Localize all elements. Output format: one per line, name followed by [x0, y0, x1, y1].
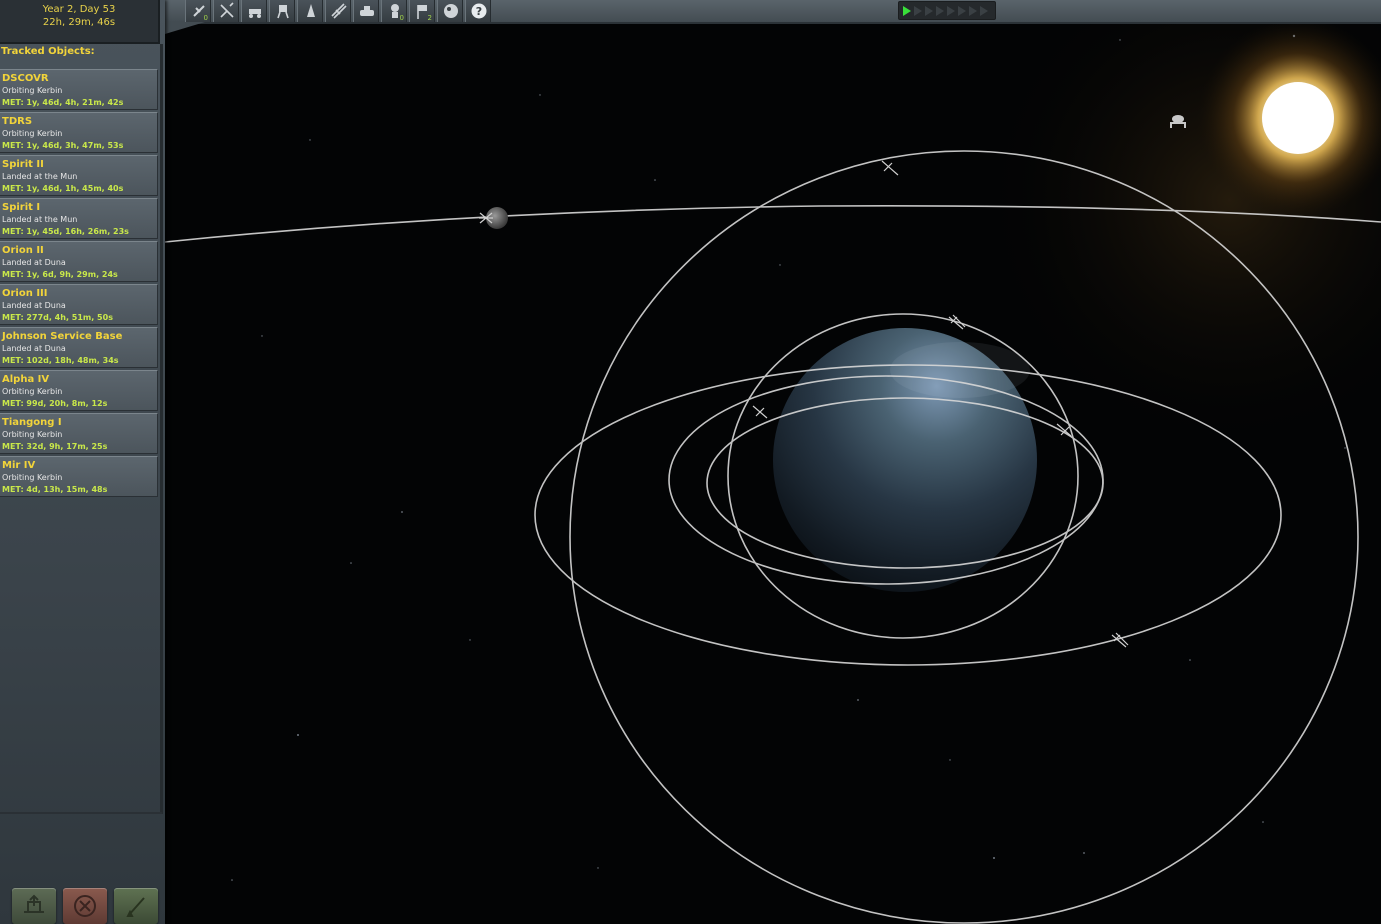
vessel-status: Orbiting Kerbin	[2, 86, 63, 95]
vessel-met: MET: 99d, 20h, 8m, 12s	[2, 399, 108, 408]
warp-rate-arrow[interactable]	[969, 6, 977, 16]
filter-count: 2	[427, 14, 432, 22]
vessel-met: MET: 1y, 6d, 9h, 29m, 24s	[2, 270, 118, 279]
warp-rate-arrow[interactable]	[980, 6, 988, 16]
tracked-vessel-item[interactable]: Johnson Service Base Landed at Duna MET: 1…	[0, 327, 158, 368]
fly-vessel-icon	[126, 897, 145, 917]
vessel-met: MET: 4d, 13h, 15m, 48s	[2, 485, 108, 494]
vessel-name: Mir IV	[2, 460, 36, 471]
vessel-met: MET: 1y, 46d, 3h, 47m, 53s	[2, 141, 124, 150]
unknown-object-filter-button[interactable]	[437, 0, 463, 22]
lander-filter-button[interactable]	[269, 0, 295, 22]
list-divider	[0, 812, 162, 814]
tracked-vessel-item[interactable]: TDRS Orbiting Kerbin MET: 1y, 46d, 3h, 47m…	[0, 112, 158, 153]
vessel-action-buttons	[12, 888, 162, 924]
tracked-vessel-item[interactable]: Orion II Landed at Duna MET: 1y, 6d, 9h, 2…	[0, 241, 158, 282]
vessel-name: Johnson Service Base	[2, 331, 123, 342]
map-view[interactable]	[0, 0, 1381, 924]
rover-filter-icon	[249, 9, 261, 18]
recover-vessel-button[interactable]	[12, 888, 56, 924]
vessel-name: Tiangong I	[2, 417, 62, 428]
recover-vessel-icon	[24, 894, 44, 913]
vessel-status: Landed at Duna	[2, 301, 66, 310]
warp-rate-arrow[interactable]	[914, 6, 922, 16]
tracked-vessel-item[interactable]: Spirit I Landed at the Mun MET: 1y, 45d, 1…	[0, 198, 158, 239]
tracked-objects-header: Tracked Objects:	[1, 46, 95, 57]
vessel-met: MET: 1y, 46d, 1h, 45m, 40s	[2, 184, 124, 193]
vessel-met: MET: 1y, 45d, 16h, 26m, 23s	[2, 227, 129, 236]
vessel-name: Spirit II	[2, 159, 44, 170]
ship-filter-button[interactable]	[297, 0, 323, 22]
base-filter-button[interactable]	[353, 0, 379, 22]
clock-time: 22h, 29m, 46s	[42, 17, 116, 28]
game-clock: Year 2, Day 53 22h, 29m, 46s	[0, 0, 160, 44]
ship-filter-icon	[307, 4, 315, 17]
vessel-status: Landed at the Mun	[2, 172, 78, 181]
vessel-met: MET: 32d, 9h, 17m, 25s	[2, 442, 108, 451]
vessel-name: Alpha IV	[2, 374, 50, 385]
vessel-status: Orbiting Kerbin	[2, 430, 63, 439]
tracked-vessel-item[interactable]: Mir IV Orbiting Kerbin MET: 4d, 13h, 15m, …	[0, 456, 158, 497]
tracked-vessel-item[interactable]: Spirit II Landed at the Mun MET: 1y, 46d, …	[0, 155, 158, 196]
warp-rate-arrow[interactable]	[958, 6, 966, 16]
vessel-name: Orion II	[2, 245, 44, 256]
filter-count: 0	[399, 14, 404, 22]
vessel-status: Landed at Duna	[2, 344, 66, 353]
flag-filter-button[interactable]: 2	[409, 0, 435, 22]
debris-filter-button[interactable]: 0	[185, 0, 211, 22]
warp-rate-arrow[interactable]	[947, 6, 955, 16]
tracked-vessel-item[interactable]: Tiangong I Orbiting Kerbin MET: 32d, 9h, 1…	[0, 413, 158, 454]
terminate-vessel-button[interactable]	[63, 888, 107, 924]
svg-text:?: ?	[476, 5, 482, 18]
station-filter-button[interactable]	[325, 0, 351, 22]
tracked-vessel-item[interactable]: Alpha IV Orbiting Kerbin MET: 99d, 20h, 8m…	[0, 370, 158, 411]
tracked-vessel-item[interactable]: Orion III Landed at Duna MET: 277d, 4h, 51…	[0, 284, 158, 325]
vessel-status: Landed at the Mun	[2, 215, 78, 224]
help-icon: ?	[471, 3, 487, 19]
station-filter-icon	[331, 3, 347, 19]
warp-rate-arrow[interactable]	[903, 6, 911, 16]
vessel-met: MET: 102d, 18h, 48m, 34s	[2, 356, 119, 365]
vessel-name: Orion III	[2, 288, 48, 299]
vessel-name: TDRS	[2, 116, 33, 127]
sidebar-divider	[160, 44, 163, 814]
vessel-status: Orbiting Kerbin	[2, 129, 63, 138]
vessel-status: Orbiting Kerbin	[2, 387, 63, 396]
vessel-status: Landed at Duna	[2, 258, 66, 267]
warp-rate-arrow[interactable]	[925, 6, 933, 16]
warp-rate-arrow[interactable]	[936, 6, 944, 16]
tracked-vessel-list[interactable]: DSCOVR Orbiting Kerbin MET: 1y, 46d, 4h, 2…	[0, 69, 158, 499]
toolbar-corner	[165, 22, 205, 34]
vessel-met: MET: 1y, 46d, 4h, 21m, 42s	[2, 98, 124, 107]
probe-filter-button[interactable]	[213, 0, 239, 22]
fly-vessel-button[interactable]	[114, 888, 158, 924]
tracking-sidebar: Year 2, Day 53 22h, 29m, 46s Tracked Obj…	[0, 0, 165, 924]
vessel-met: MET: 277d, 4h, 51m, 50s	[2, 313, 113, 322]
base-filter-icon	[360, 6, 374, 16]
eva-filter-button[interactable]: 0	[381, 0, 407, 22]
filter-count: 0	[203, 14, 208, 22]
clock-date: Year 2, Day 53	[42, 4, 116, 15]
vessel-name: DSCOVR	[2, 73, 49, 84]
map-toolbar: 0 0 2?	[165, 0, 1381, 24]
help-button[interactable]: ?	[465, 0, 491, 22]
terminate-vessel-icon	[74, 895, 96, 917]
vessel-name: Spirit I	[2, 202, 41, 213]
lander-filter-icon	[277, 5, 289, 19]
vessel-status: Orbiting Kerbin	[2, 473, 63, 482]
unknown-object-filter-icon	[444, 4, 458, 18]
rover-filter-button[interactable]	[241, 0, 267, 22]
tracked-vessel-item[interactable]: DSCOVR Orbiting Kerbin MET: 1y, 46d, 4h, 2…	[0, 69, 158, 110]
probe-filter-icon	[220, 2, 234, 18]
time-warp-control[interactable]	[898, 1, 996, 20]
